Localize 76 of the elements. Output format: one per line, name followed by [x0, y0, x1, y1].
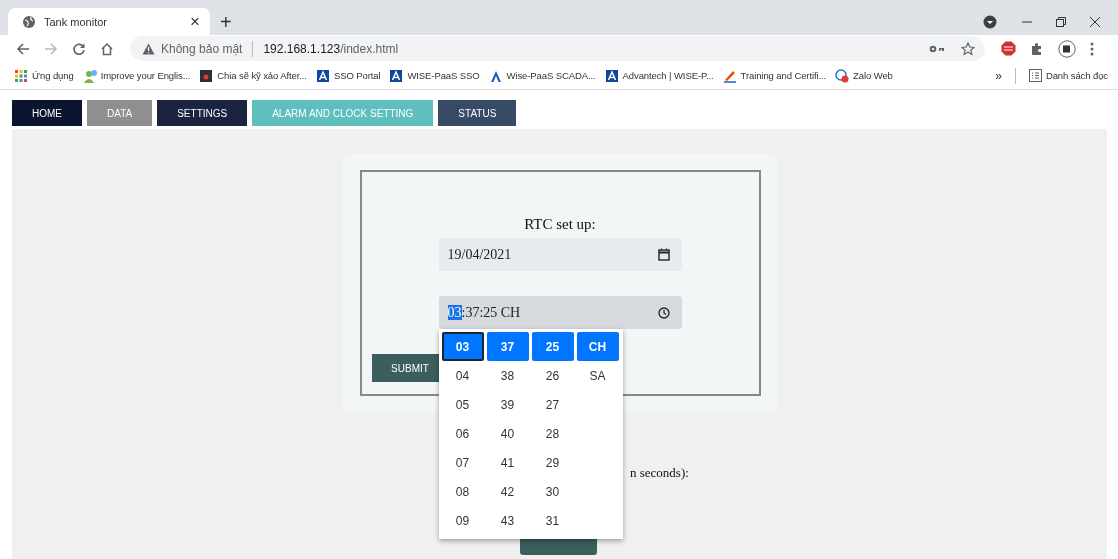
browser-tab[interactable]: Tank monitor ×	[8, 8, 210, 35]
time-field[interactable]: 03:37:25 CH	[438, 296, 682, 329]
time-option[interactable]: CH	[576, 332, 619, 361]
puzzle-icon[interactable]	[1030, 41, 1044, 56]
letter-a-logo-icon	[389, 68, 404, 83]
bookmark-link[interactable]: WISE-PaaS SSO	[389, 68, 480, 83]
nav-tab[interactable]: SETTINGS	[157, 100, 248, 126]
time-option[interactable]: 25	[531, 332, 574, 361]
chat-icon	[835, 68, 850, 83]
more-bookmarks-button[interactable]: »	[995, 68, 1002, 83]
time-option[interactable]: 41	[486, 448, 529, 477]
time-option[interactable]: 42	[486, 477, 529, 506]
time-option[interactable]: 08	[441, 477, 484, 506]
reading-list-button[interactable]: Danh sách đọc	[1028, 69, 1108, 82]
time-option[interactable]: 40	[486, 419, 529, 448]
time-option[interactable]: 06	[441, 419, 484, 448]
menu-icon[interactable]	[1090, 41, 1094, 56]
person-icon	[82, 68, 97, 83]
letter-a-logo-icon	[315, 68, 330, 83]
bookmark-link[interactable]: Zalo Web	[835, 68, 893, 83]
reload-icon[interactable]	[72, 41, 86, 56]
bookmark-link[interactable]: Chia sẽ kỹ xảo After...	[199, 68, 307, 83]
close-icon[interactable]	[1089, 15, 1101, 28]
time-option[interactable]: 28	[531, 419, 574, 448]
apps-grid-icon	[14, 68, 28, 83]
dropdown-icon[interactable]	[983, 14, 997, 29]
date-field[interactable]: 19/04/2021	[438, 238, 682, 271]
time-option[interactable]: 27	[531, 390, 574, 419]
warning-icon	[142, 42, 155, 55]
pen-icon	[722, 68, 737, 83]
time-option[interactable]: 26	[531, 361, 574, 390]
time-option[interactable]: 07	[441, 448, 484, 477]
time-option[interactable]: 43	[486, 506, 529, 535]
time-option[interactable]: 38	[486, 361, 529, 390]
calendar-icon[interactable]	[657, 248, 670, 261]
list-icon	[1028, 69, 1042, 82]
time-option[interactable]: 03	[441, 332, 484, 361]
clock-icon[interactable]	[657, 306, 670, 319]
time-option[interactable]: 39	[486, 390, 529, 419]
tab-title: Tank monitor	[44, 15, 108, 28]
time-option[interactable]: 05	[441, 390, 484, 419]
time-option[interactable]: 37	[486, 332, 529, 361]
bookmark-link[interactable]: Advantech | WISE-P...	[604, 68, 714, 83]
date-value: 19/04/2021	[447, 246, 512, 263]
nav-tab[interactable]: HOME	[12, 100, 82, 126]
time-option[interactable]: 29	[531, 448, 574, 477]
bookmark-link[interactable]: Training and Certifi...	[722, 68, 827, 83]
close-tab-button[interactable]: ×	[190, 13, 200, 30]
time-option[interactable]: 31	[531, 506, 574, 535]
profile-avatar-icon[interactable]	[1058, 39, 1076, 58]
time-option[interactable]: 09	[441, 506, 484, 535]
alarm-interval-label: n seconds):	[630, 465, 689, 480]
globe-icon	[22, 14, 36, 29]
home-icon[interactable]	[100, 41, 114, 56]
rtc-title: RTC set up:	[524, 216, 596, 233]
url-path: /index.html	[340, 41, 399, 56]
time-option[interactable]: 30	[531, 477, 574, 506]
time-option[interactable]: SA	[576, 361, 619, 390]
letter-a-logo-icon	[604, 68, 619, 83]
bookmark-link[interactable]: Wise-PaaS SCADA...	[488, 68, 596, 83]
url-host: 192.168.1.123	[263, 41, 341, 56]
bookmark-link[interactable]: Ứng dụng	[14, 68, 74, 83]
stop-sign-icon[interactable]	[1001, 41, 1016, 56]
address-bar[interactable]: Không bảo mật 192.168.1.123/index.html	[130, 36, 985, 61]
selected-time-segment: 03	[447, 304, 462, 320]
star-icon[interactable]	[961, 41, 975, 56]
security-label: Không bảo mật	[161, 41, 243, 56]
video-icon	[199, 68, 214, 83]
key-icon[interactable]	[929, 43, 945, 54]
restore-icon[interactable]	[1055, 15, 1067, 28]
new-tab-button[interactable]: +	[220, 11, 232, 32]
back-arrow-icon[interactable]	[16, 41, 30, 56]
time-value: :37:25 CH	[461, 304, 521, 320]
bookmark-link[interactable]: SSO Portal	[315, 68, 381, 83]
nav-tab[interactable]: STATUS	[438, 100, 517, 126]
bookmark-link[interactable]: Improve your Englis...	[82, 68, 191, 83]
